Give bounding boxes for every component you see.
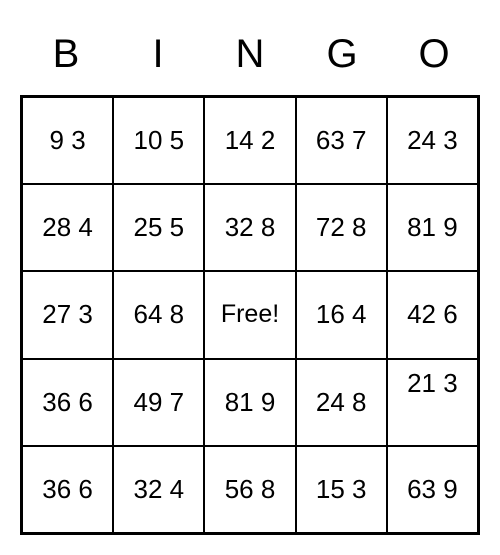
- header-o: O: [388, 20, 480, 95]
- bingo-cell[interactable]: 14 2: [204, 97, 295, 184]
- bingo-cell[interactable]: 9 3: [22, 97, 113, 184]
- bingo-cell[interactable]: 24 3: [387, 97, 478, 184]
- bingo-cell[interactable]: 24 8: [296, 359, 387, 446]
- bingo-header-row: B I N G O: [20, 20, 480, 95]
- bingo-cell[interactable]: 81 9: [204, 359, 295, 446]
- header-g: G: [296, 20, 388, 95]
- bingo-cell[interactable]: 36 6: [22, 446, 113, 533]
- bingo-cell[interactable]: 81 9: [387, 184, 478, 271]
- bingo-cell[interactable]: 72 8: [296, 184, 387, 271]
- bingo-cell-free[interactable]: Free!: [204, 271, 295, 358]
- bingo-cell[interactable]: 64 8: [113, 271, 204, 358]
- bingo-cell[interactable]: 56 8: [204, 446, 295, 533]
- bingo-cell[interactable]: 32 4: [113, 446, 204, 533]
- bingo-grid: 9 3 10 5 14 2 63 7 24 3 28 4 25 5 32 8 7…: [20, 95, 480, 535]
- bingo-cell[interactable]: 15 3: [296, 446, 387, 533]
- bingo-cell[interactable]: 36 6: [22, 359, 113, 446]
- bingo-cell[interactable]: 32 8: [204, 184, 295, 271]
- bingo-cell[interactable]: 42 6: [387, 271, 478, 358]
- bingo-cell[interactable]: 63 9: [387, 446, 478, 533]
- bingo-cell[interactable]: 21 3: [387, 359, 478, 446]
- header-n: N: [204, 20, 296, 95]
- bingo-cell[interactable]: 28 4: [22, 184, 113, 271]
- header-i: I: [112, 20, 204, 95]
- header-b: B: [20, 20, 112, 95]
- bingo-card: B I N G O 9 3 10 5 14 2 63 7 24 3 28 4 2…: [20, 20, 480, 535]
- bingo-cell[interactable]: 63 7: [296, 97, 387, 184]
- bingo-cell[interactable]: 10 5: [113, 97, 204, 184]
- bingo-cell[interactable]: 49 7: [113, 359, 204, 446]
- bingo-cell[interactable]: 25 5: [113, 184, 204, 271]
- bingo-cell[interactable]: 27 3: [22, 271, 113, 358]
- bingo-cell[interactable]: 16 4: [296, 271, 387, 358]
